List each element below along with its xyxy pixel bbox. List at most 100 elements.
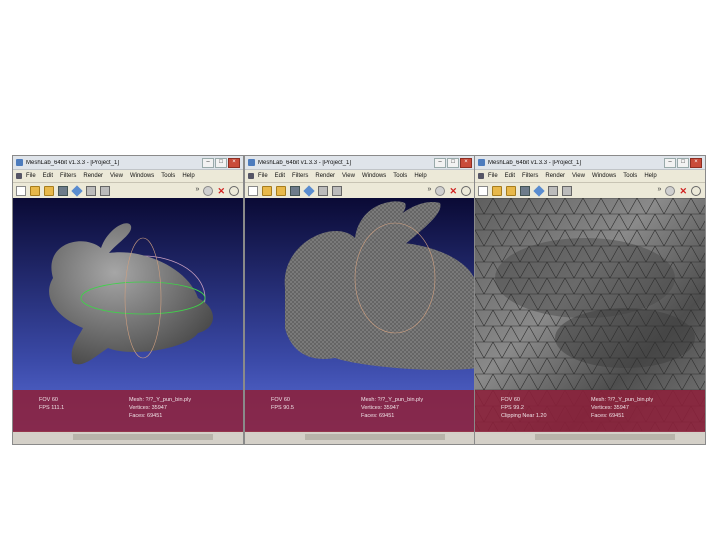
import-mesh-icon[interactable] bbox=[276, 186, 286, 196]
scrollbar-thumb[interactable] bbox=[73, 434, 213, 440]
open-project-icon[interactable] bbox=[492, 186, 502, 196]
close-button[interactable]: × bbox=[460, 157, 472, 168]
new-project-icon[interactable] bbox=[248, 186, 258, 196]
window-title: MeshLab_64bit v1.3.3 - [Project_1] bbox=[26, 159, 120, 166]
face-count: Faces: 69451 bbox=[129, 413, 163, 419]
meshlab-app-icon bbox=[248, 159, 255, 166]
reload-icon[interactable] bbox=[318, 186, 328, 196]
reload-icon[interactable] bbox=[548, 186, 558, 196]
import-mesh-icon[interactable] bbox=[44, 186, 54, 196]
meshlab-window-3: MeshLab_64bit v1.3.3 - [Project_1] – □ ×… bbox=[474, 155, 706, 445]
layer-icon[interactable] bbox=[100, 186, 110, 196]
more-tools-icon[interactable]: » bbox=[428, 186, 432, 196]
menu-windows[interactable]: Windows bbox=[130, 173, 154, 179]
fps-readout: FPS 90.5 bbox=[271, 405, 294, 411]
menu-bar: File Edit Filters Render View Windows To… bbox=[475, 170, 705, 183]
measure-icon[interactable] bbox=[691, 186, 701, 196]
menu-bar: File Edit Filters Render View Windows To… bbox=[13, 170, 243, 183]
meshlab-window-1: MeshLab_64bit v1.3.3 - [Project_1] – □ ×… bbox=[12, 155, 244, 445]
clipping-near-readout: Clipping Near 1.20 bbox=[501, 413, 547, 419]
menu-tools[interactable]: Tools bbox=[393, 173, 407, 179]
menu-filters[interactable]: Filters bbox=[60, 173, 76, 179]
fps-readout: FPS 99.2 bbox=[501, 405, 524, 411]
layer-icon[interactable] bbox=[332, 186, 342, 196]
meshlab-app-icon bbox=[16, 159, 23, 166]
snapshot-icon[interactable] bbox=[303, 185, 315, 197]
manipulator-icon[interactable] bbox=[435, 186, 446, 196]
menu-bar: File Edit Filters Render View Windows To… bbox=[245, 170, 475, 183]
menu-help[interactable]: Help bbox=[414, 173, 426, 179]
mesh-name: Mesh: ?/?_Y_pun_bin.ply bbox=[129, 397, 192, 403]
minimize-button[interactable]: – bbox=[434, 157, 446, 168]
delete-selection-icon[interactable]: ✕ bbox=[679, 186, 687, 196]
menu-windows[interactable]: Windows bbox=[592, 173, 616, 179]
open-project-icon[interactable] bbox=[262, 186, 272, 196]
maximize-button[interactable]: □ bbox=[677, 157, 689, 168]
measure-icon[interactable] bbox=[229, 186, 239, 196]
save-icon[interactable] bbox=[290, 186, 300, 196]
horizontal-scrollbar[interactable] bbox=[13, 432, 243, 442]
close-button[interactable]: × bbox=[690, 157, 702, 168]
horizontal-scrollbar[interactable] bbox=[475, 432, 705, 442]
delete-selection-icon[interactable]: ✕ bbox=[449, 186, 457, 196]
scrollbar-thumb[interactable] bbox=[305, 434, 445, 440]
face-count: Faces: 69451 bbox=[361, 413, 395, 419]
menu-render[interactable]: Render bbox=[545, 173, 565, 179]
menu-render[interactable]: Render bbox=[83, 173, 103, 179]
menu-file[interactable]: File bbox=[488, 173, 498, 179]
menu-render[interactable]: Render bbox=[315, 173, 335, 179]
close-button[interactable]: × bbox=[228, 157, 240, 168]
layer-icon[interactable] bbox=[562, 186, 572, 196]
measure-icon[interactable] bbox=[461, 186, 471, 196]
vertex-count: Vertices: 35947 bbox=[591, 405, 629, 411]
menu-help[interactable]: Help bbox=[644, 173, 656, 179]
menu-edit[interactable]: Edit bbox=[43, 173, 53, 179]
face-count: Faces: 69451 bbox=[591, 413, 625, 419]
title-bar: MeshLab_64bit v1.3.3 - [Project_1] – □ × bbox=[13, 156, 243, 170]
menu-view[interactable]: View bbox=[110, 173, 123, 179]
manipulator-icon[interactable] bbox=[665, 186, 676, 196]
minimize-button[interactable]: – bbox=[202, 157, 214, 168]
new-project-icon[interactable] bbox=[16, 186, 26, 196]
menu-view[interactable]: View bbox=[342, 173, 355, 179]
delete-selection-icon[interactable]: ✕ bbox=[217, 186, 225, 196]
open-project-icon[interactable] bbox=[30, 186, 40, 196]
menu-windows[interactable]: Windows bbox=[362, 173, 386, 179]
document-icon bbox=[478, 173, 484, 179]
menu-edit[interactable]: Edit bbox=[505, 173, 515, 179]
horizontal-scrollbar[interactable] bbox=[245, 432, 475, 442]
manipulator-icon[interactable] bbox=[203, 186, 214, 196]
save-icon[interactable] bbox=[58, 186, 68, 196]
vertex-count: Vertices: 35947 bbox=[129, 405, 167, 411]
menu-help[interactable]: Help bbox=[182, 173, 194, 179]
more-tools-icon[interactable]: » bbox=[658, 186, 662, 196]
window-title: MeshLab_64bit v1.3.3 - [Project_1] bbox=[258, 159, 352, 166]
reload-icon[interactable] bbox=[86, 186, 96, 196]
menu-edit[interactable]: Edit bbox=[275, 173, 285, 179]
menu-view[interactable]: View bbox=[572, 173, 585, 179]
info-overlay: FOV 60 FPS 90.5 Mesh: ?/?_Y_pun_bin.ply … bbox=[245, 390, 475, 432]
menu-filters[interactable]: Filters bbox=[292, 173, 308, 179]
document-icon bbox=[248, 173, 254, 179]
menu-tools[interactable]: Tools bbox=[623, 173, 637, 179]
fps-readout: FPS 111.1 bbox=[39, 405, 65, 411]
more-tools-icon[interactable]: » bbox=[196, 186, 200, 196]
minimize-button[interactable]: – bbox=[664, 157, 676, 168]
mesh-name: Mesh: ?/?_Y_pun_bin.ply bbox=[361, 397, 424, 403]
title-bar: MeshLab_64bit v1.3.3 - [Project_1] – □ × bbox=[475, 156, 705, 170]
import-mesh-icon[interactable] bbox=[506, 186, 516, 196]
info-overlay: FOV 60 FPS 99.2 Clipping Near 1.20 Mesh:… bbox=[475, 390, 705, 432]
menu-file[interactable]: File bbox=[26, 173, 36, 179]
snapshot-icon[interactable] bbox=[533, 185, 545, 197]
scrollbar-thumb[interactable] bbox=[535, 434, 675, 440]
save-icon[interactable] bbox=[520, 186, 530, 196]
maximize-button[interactable]: □ bbox=[447, 157, 459, 168]
menu-tools[interactable]: Tools bbox=[161, 173, 175, 179]
menu-file[interactable]: File bbox=[258, 173, 268, 179]
mesh-name: Mesh: ?/?_Y_pun_bin.ply bbox=[591, 397, 654, 403]
new-project-icon[interactable] bbox=[478, 186, 488, 196]
maximize-button[interactable]: □ bbox=[215, 157, 227, 168]
snapshot-icon[interactable] bbox=[71, 185, 83, 197]
meshlab-window-2: MeshLab_64bit v1.3.3 - [Project_1] – □ ×… bbox=[244, 155, 476, 445]
menu-filters[interactable]: Filters bbox=[522, 173, 538, 179]
